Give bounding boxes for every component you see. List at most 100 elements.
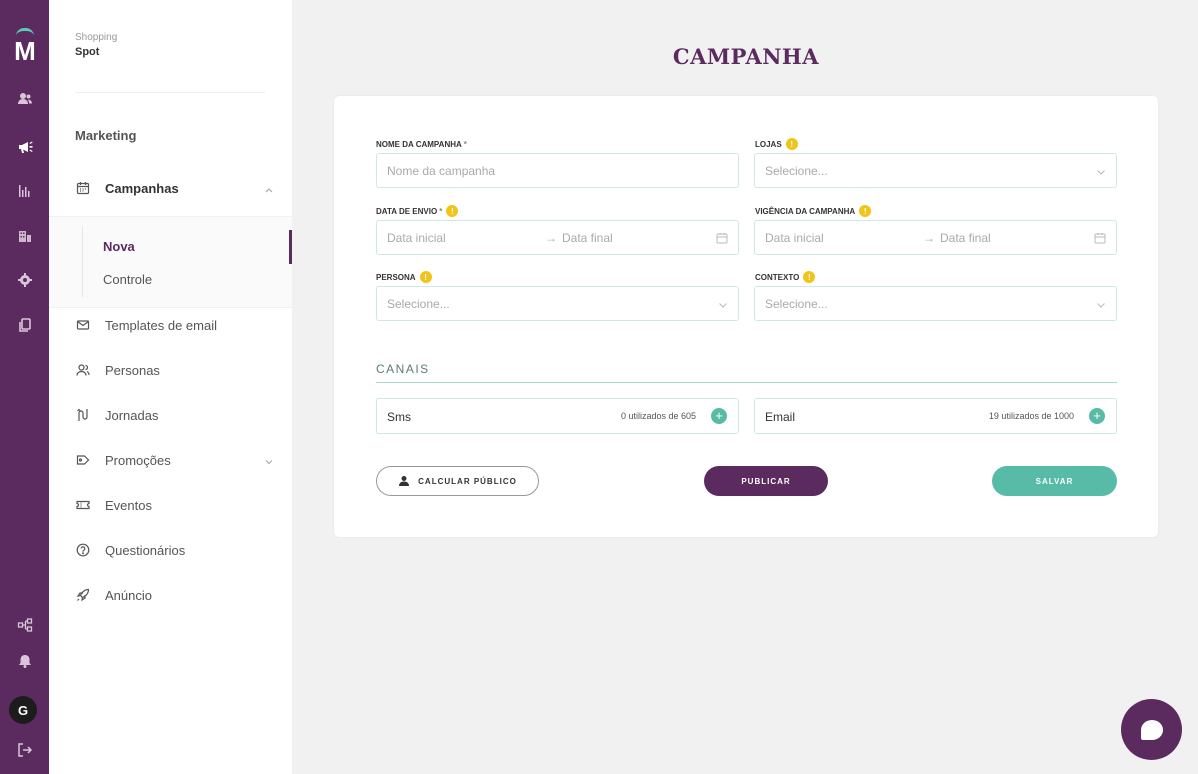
select-placeholder: Selecione... xyxy=(387,296,450,311)
sidebar-item-label: Questionários xyxy=(105,542,186,558)
info-icon[interactable]: ! xyxy=(446,205,459,217)
sidebar-item-label: Eventos xyxy=(105,497,152,513)
sidebar-item-campanhas[interactable]: Campanhas xyxy=(49,172,292,204)
megaphone-icon[interactable] xyxy=(0,130,49,164)
journey-icon xyxy=(75,407,91,423)
bell-icon[interactable] xyxy=(0,644,49,678)
channels-title: CANAIS xyxy=(376,362,430,376)
page-title: CAMPANHA xyxy=(672,44,820,69)
end-date-placeholder[interactable]: Data final xyxy=(562,231,613,245)
context-select[interactable]: Selecione... xyxy=(754,286,1117,321)
campaign-name-field[interactable] xyxy=(376,153,739,188)
info-icon[interactable]: ! xyxy=(859,205,872,217)
settings-icon[interactable] xyxy=(0,263,49,297)
end-date-placeholder[interactable]: Data final xyxy=(940,231,991,245)
validity-date-range[interactable]: Data inicial → Data final xyxy=(754,220,1117,255)
select-placeholder: Selecione... xyxy=(765,163,828,178)
user-icon xyxy=(398,475,410,487)
active-indicator xyxy=(289,230,292,264)
info-icon[interactable]: ! xyxy=(803,271,816,283)
channel-name: Sms xyxy=(387,410,411,424)
sidebar: Shopping Spot Marketing Campanhas Nova C… xyxy=(49,0,292,774)
channel-sms[interactable]: Sms 0 utilizados de 605 + xyxy=(376,398,739,434)
brand-divider xyxy=(75,92,265,93)
campaign-form-card: NOME DA CAMPANHA * LOJAS ! Selecione... … xyxy=(333,95,1159,538)
add-sms-icon[interactable]: + xyxy=(711,408,727,424)
submenu-guide-line xyxy=(82,227,83,297)
sidebar-item-eventos[interactable]: Eventos xyxy=(49,489,292,521)
chevron-down-icon xyxy=(1096,299,1106,309)
stores-select[interactable]: Selecione... xyxy=(754,153,1117,188)
bar-chart-icon[interactable] xyxy=(0,174,49,208)
submenu-item-nova[interactable]: Nova xyxy=(103,239,135,254)
sidebar-item-label: Campanhas xyxy=(105,180,179,196)
sidebar-item-templates[interactable]: Templates de email xyxy=(49,309,292,341)
sidebar-item-label: Jornadas xyxy=(105,407,159,423)
people-icon xyxy=(75,362,91,378)
start-date-placeholder[interactable]: Data inicial xyxy=(387,231,446,245)
calculate-audience-button[interactable]: CALCULAR PÚBLICO xyxy=(376,466,539,496)
sidebar-item-anuncio[interactable]: Anúncio xyxy=(49,579,292,611)
validity-label: VIGÊNCIA DA CAMPANHA ! xyxy=(755,205,872,217)
brand-name: Spot xyxy=(75,46,100,58)
start-date-placeholder[interactable]: Data inicial xyxy=(765,231,824,245)
campanhas-submenu: Nova Controle xyxy=(49,216,292,308)
ticket-icon xyxy=(75,497,91,513)
copy-icon[interactable] xyxy=(0,308,49,342)
question-icon xyxy=(75,542,91,558)
network-icon[interactable] xyxy=(0,608,49,642)
context-label: CONTEXTO ! xyxy=(755,271,816,283)
required-mark: * xyxy=(463,140,467,149)
user-avatar[interactable]: G xyxy=(9,696,37,724)
required-mark: * xyxy=(439,206,443,216)
brand-subtitle: Shopping xyxy=(75,32,118,43)
campaign-name-input[interactable] xyxy=(387,163,728,178)
label-text: PERSONA xyxy=(376,272,416,282)
button-label: SALVAR xyxy=(1035,476,1074,486)
sidebar-item-jornadas[interactable]: Jornadas xyxy=(49,399,292,431)
section-title-marketing: Marketing xyxy=(75,128,137,143)
sidebar-item-questionarios[interactable]: Questionários xyxy=(49,534,292,566)
range-arrow-icon: → xyxy=(923,230,935,245)
publish-button[interactable]: PUBLICAR xyxy=(704,466,828,496)
button-label: CALCULAR PÚBLICO xyxy=(418,476,517,486)
info-icon[interactable]: ! xyxy=(785,138,798,150)
sidebar-item-personas[interactable]: Personas xyxy=(49,354,292,386)
label-text: NOME DA CAMPANHA xyxy=(376,140,462,149)
channel-email[interactable]: Email 19 utilizados de 1000 + xyxy=(754,398,1117,434)
sidebar-item-promocoes[interactable]: Promoções xyxy=(49,444,292,476)
label-text: LOJAS xyxy=(755,139,782,149)
label-text: VIGÊNCIA DA CAMPANHA xyxy=(755,206,856,216)
channel-usage: 0 utilizados de 605 xyxy=(620,411,696,421)
select-placeholder: Selecione... xyxy=(765,296,828,311)
calendar-icon xyxy=(716,232,728,244)
submenu-item-controle[interactable]: Controle xyxy=(103,272,152,287)
building-icon[interactable] xyxy=(0,219,49,253)
sidebar-item-label: Anúncio xyxy=(105,587,152,603)
send-date-label: DATA DE ENVIO * ! xyxy=(376,205,459,217)
persona-select[interactable]: Selecione... xyxy=(376,286,739,321)
channels-divider xyxy=(376,382,1117,383)
stores-label: LOJAS ! xyxy=(755,138,798,150)
sidebar-item-label: Promoções xyxy=(105,452,171,468)
channel-usage: 19 utilizados de 1000 xyxy=(988,411,1074,421)
users-icon[interactable] xyxy=(0,82,49,116)
persona-label: PERSONA ! xyxy=(376,271,432,283)
campaign-name-label: NOME DA CAMPANHA * xyxy=(376,140,467,149)
add-email-icon[interactable]: + xyxy=(1089,408,1105,424)
sidebar-item-label: Templates de email xyxy=(105,317,217,333)
app-logo[interactable]: M xyxy=(12,28,38,66)
label-text: CONTEXTO xyxy=(755,272,800,282)
chat-widget-button[interactable] xyxy=(1121,699,1182,760)
info-icon[interactable]: ! xyxy=(419,271,432,283)
send-date-range[interactable]: Data inicial → Data final xyxy=(376,220,739,255)
calendar-icon xyxy=(1094,232,1106,244)
chevron-down-icon xyxy=(1096,166,1106,176)
logout-icon[interactable] xyxy=(0,733,49,767)
icon-rail: M G xyxy=(0,0,49,774)
label-text: DATA DE ENVIO xyxy=(376,206,438,216)
save-button[interactable]: SALVAR xyxy=(992,466,1117,496)
tag-icon xyxy=(75,452,91,468)
chevron-up-icon xyxy=(264,183,274,193)
chevron-down-icon xyxy=(718,299,728,309)
